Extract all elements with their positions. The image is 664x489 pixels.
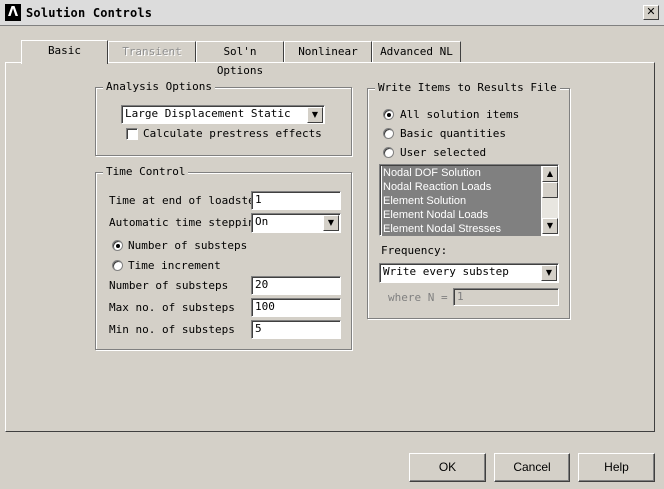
radio-user-selected[interactable] xyxy=(383,147,394,158)
min-substeps-label: Min no. of substeps xyxy=(109,323,235,336)
ansys-logo-icon: Λ xyxy=(5,4,21,21)
analysis-type-value: Large Displacement Static xyxy=(125,107,291,120)
tab-label: Basic xyxy=(47,44,82,57)
auto-step-value: On xyxy=(255,215,269,228)
scrollbar-thumb[interactable] xyxy=(542,182,558,198)
results-items-listbox[interactable]: Nodal DOF Solution Nodal Reaction Loads … xyxy=(379,164,559,236)
analysis-options-legend: Analysis Options xyxy=(103,80,215,93)
scroll-up-icon[interactable]: ▲ xyxy=(542,166,558,182)
frequency-value: Write every substep xyxy=(383,265,509,278)
dropdown-arrow-icon[interactable]: ▼ xyxy=(307,107,323,123)
write-items-legend: Write Items to Results File xyxy=(375,81,560,94)
tab-label: Transient xyxy=(122,45,182,58)
radio-basic-quantities[interactable] xyxy=(383,128,394,139)
dropdown-arrow-icon[interactable]: ▼ xyxy=(323,215,339,231)
scroll-down-icon[interactable]: ▼ xyxy=(542,218,558,234)
cancel-button[interactable]: Cancel xyxy=(494,453,570,482)
list-item[interactable]: Element Solution xyxy=(382,194,541,208)
time-end-input[interactable]: 1 xyxy=(251,191,341,210)
analysis-type-select[interactable]: Large Displacement Static ▼ xyxy=(121,105,325,124)
tab-label: Advanced NL xyxy=(380,45,453,58)
close-button[interactable]: ✕ xyxy=(643,5,659,20)
list-item[interactable]: Element Nodal Loads xyxy=(382,208,541,222)
auto-step-select[interactable]: On ▼ xyxy=(251,213,341,233)
title-bar[interactable]: Λ Solution Controls ✕ xyxy=(0,0,664,26)
max-substeps-label: Max no. of substeps xyxy=(109,301,235,314)
list-item[interactable]: Element Nodal Stresses xyxy=(382,222,541,236)
max-substeps-input[interactable]: 100 xyxy=(251,298,341,317)
min-substeps-input[interactable]: 5 xyxy=(251,320,341,339)
frequency-select[interactable]: Write every substep ▼ xyxy=(379,263,559,283)
list-item[interactable]: Nodal Reaction Loads xyxy=(382,180,541,194)
radio-user-selected-label: User selected xyxy=(400,146,487,159)
tab-nonlinear[interactable]: Nonlinear xyxy=(284,41,372,62)
prestress-label: Calculate prestress effects xyxy=(143,127,322,140)
list-item[interactable]: Nodal DOF Solution xyxy=(382,166,541,180)
prestress-checkbox[interactable] xyxy=(126,128,138,140)
tab-advanced-nl[interactable]: Advanced NL xyxy=(372,41,461,62)
auto-step-label: Automatic time stepping xyxy=(109,216,262,229)
num-substeps-input[interactable]: 20 xyxy=(251,276,341,295)
window-title: Solution Controls xyxy=(26,6,153,20)
time-end-label: Time at end of loadstep xyxy=(109,194,262,207)
tab-soln-options[interactable]: Sol'n Options xyxy=(196,41,284,77)
tab-basic[interactable]: Basic xyxy=(21,40,108,64)
radio-all-solution-items[interactable] xyxy=(383,109,394,120)
tab-label: Nonlinear xyxy=(298,45,358,58)
close-icon: ✕ xyxy=(646,5,656,18)
frequency-label: Frequency: xyxy=(381,244,448,257)
num-substeps-label: Number of substeps xyxy=(109,279,229,292)
radio-time-increment-label: Time increment xyxy=(128,259,221,272)
dropdown-arrow-icon[interactable]: ▼ xyxy=(541,265,557,281)
help-button[interactable]: Help xyxy=(578,453,655,482)
radio-number-of-substeps-label: Number of substeps xyxy=(128,239,248,252)
listbox-scrollbar[interactable]: ▲ ▼ xyxy=(542,166,558,234)
time-control-legend: Time Control xyxy=(103,165,189,178)
radio-all-solution-items-label: All solution items xyxy=(400,108,520,121)
radio-number-of-substeps[interactable] xyxy=(112,240,123,251)
where-n-input[interactable]: 1 xyxy=(453,288,559,306)
radio-time-increment[interactable] xyxy=(112,260,123,271)
tab-transient[interactable]: Transient xyxy=(108,41,196,62)
radio-basic-quantities-label: Basic quantities xyxy=(400,127,506,140)
where-n-label: where N = xyxy=(388,291,448,304)
ok-button[interactable]: OK xyxy=(409,453,486,482)
